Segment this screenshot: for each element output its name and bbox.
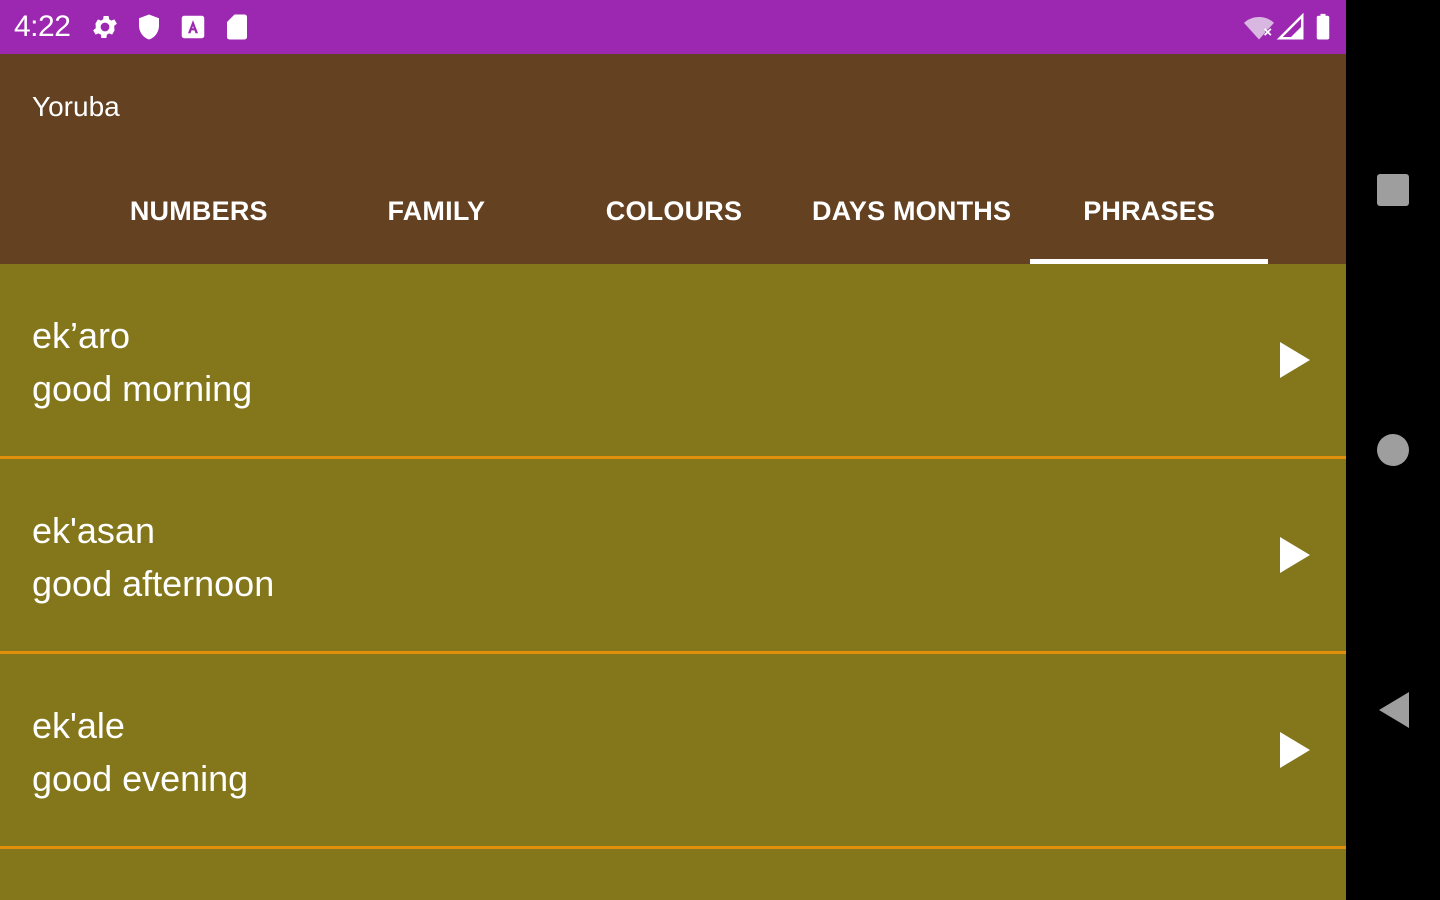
app-screen: 4:22 Yoruba NUMBERS FAMILY COLOURS DAYS … (0, 0, 1346, 900)
sd-card-icon (227, 14, 247, 40)
play-icon[interactable] (1280, 342, 1310, 378)
play-icon[interactable] (1280, 537, 1310, 573)
app-title: Yoruba (32, 91, 120, 122)
list-item[interactable]: ek'ale good evening (0, 654, 1346, 849)
english-translation: good evening (32, 758, 249, 799)
battery-icon (1316, 13, 1330, 40)
tab-colours[interactable]: COLOURS (555, 174, 793, 264)
list-item[interactable]: ek'asan good afternoon (0, 459, 1346, 654)
cell-signal-icon (1276, 12, 1304, 40)
tab-days-months[interactable]: DAYS MONTHS (793, 174, 1031, 264)
tab-numbers[interactable]: NUMBERS (80, 174, 318, 264)
yoruba-word: ek’aro (32, 315, 131, 356)
tab-phrases[interactable]: PHRASES (1030, 174, 1268, 264)
recents-square-icon[interactable] (1373, 170, 1413, 210)
status-time: 4:22 (14, 10, 71, 43)
a-box-icon (181, 15, 205, 39)
yoruba-word: ek'asan (32, 510, 155, 551)
english-translation: good morning (32, 368, 253, 409)
yoruba-word: ek'ale (32, 705, 125, 746)
list-item[interactable]: ek’aro good morning (0, 264, 1346, 459)
tab-label: COLOURS (605, 195, 743, 226)
gear-icon (93, 16, 117, 38)
play-icon[interactable] (1280, 732, 1310, 768)
back-triangle-icon[interactable] (1373, 690, 1413, 730)
tab-label: FAMILY (387, 195, 486, 226)
tab-family[interactable]: FAMILY (318, 174, 556, 264)
tab-label: DAYS MONTHS (811, 195, 1012, 226)
tab-label: NUMBERS (129, 195, 268, 226)
tab-bar: NUMBERS FAMILY COLOURS DAYS MONTHS PHRAS… (80, 174, 1268, 264)
phrase-list: ek’aro good morning ek'asan good afterno… (0, 264, 1346, 849)
wifi-off-icon (1244, 17, 1274, 40)
english-translation: good afternoon (32, 563, 275, 604)
navigation-bar (1346, 0, 1440, 900)
tab-label: PHRASES (1083, 195, 1216, 226)
app-bar: Yoruba NUMBERS FAMILY COLOURS DAYS MONTH… (0, 54, 1346, 264)
shield-icon (139, 14, 159, 40)
status-bar: 4:22 (0, 0, 1346, 54)
home-circle-icon[interactable] (1373, 430, 1413, 470)
